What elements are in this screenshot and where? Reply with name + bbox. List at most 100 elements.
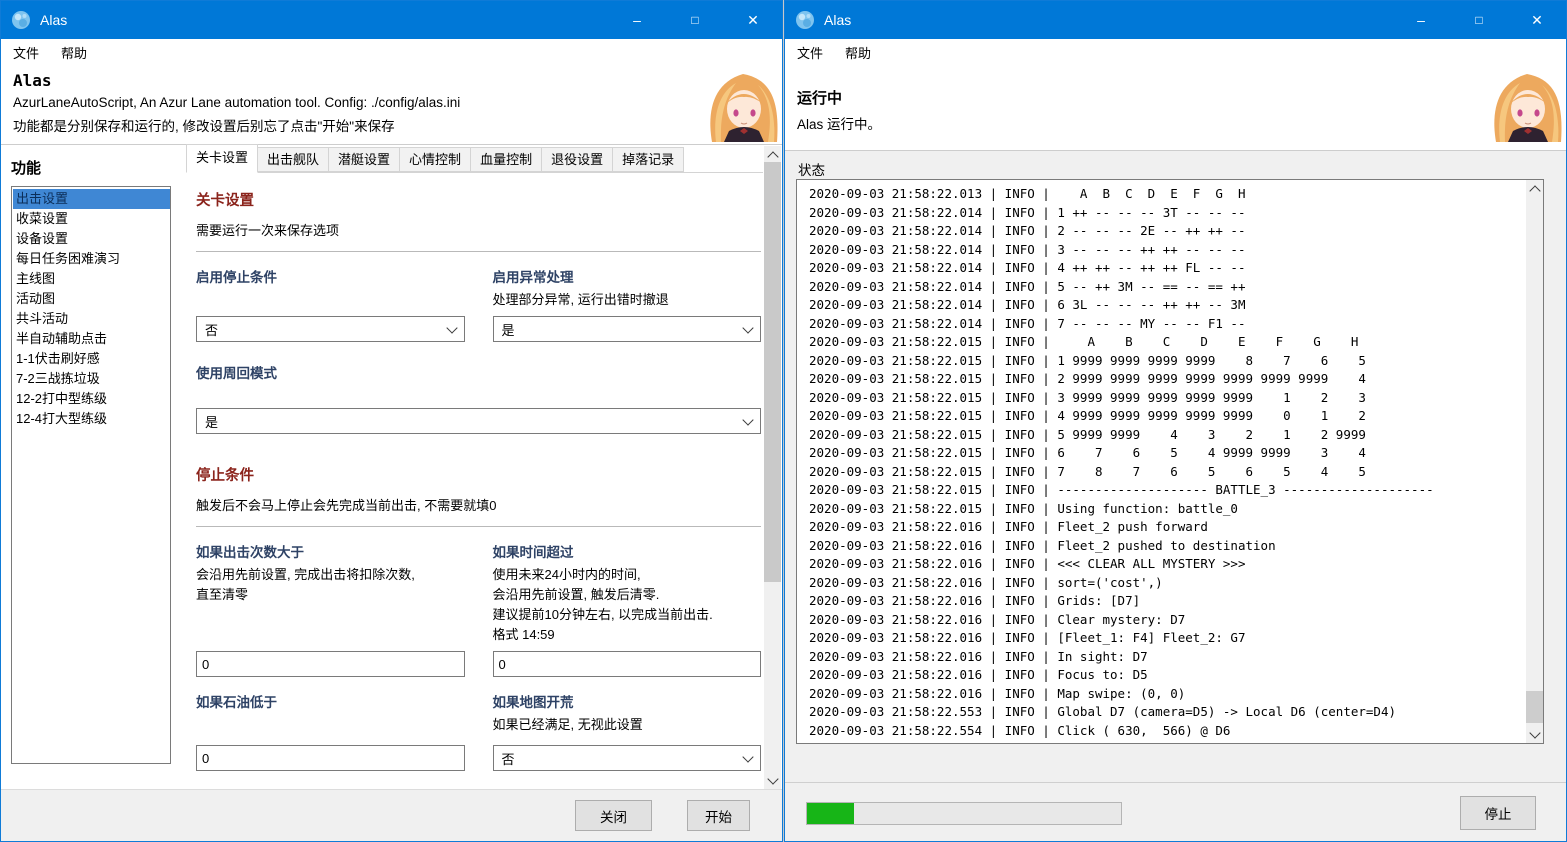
button-bar: 关闭 开始 <box>1 789 782 841</box>
if-time-label: 如果时间超过 <box>492 545 574 560</box>
enable-exception-value: 是 <box>501 322 515 338</box>
sidebar-item-11[interactable]: 12-4打大型练级 <box>13 409 170 429</box>
sidebar-heading: 功能 <box>11 160 42 177</box>
log-line: 2020-09-03 21:58:22.015 | INFO | Using f… <box>809 500 1238 516</box>
tab-3[interactable]: 心情控制 <box>400 147 472 172</box>
tab-6[interactable]: 掉落记录 <box>613 147 685 172</box>
close-icon[interactable]: ✕ <box>724 1 782 39</box>
close-icon[interactable]: ✕ <box>1508 1 1566 39</box>
log-line: 2020-09-03 21:58:22.014 | INFO | 4 ++ ++… <box>809 260 1246 275</box>
minimize-icon[interactable]: – <box>1392 1 1450 39</box>
log-line: 2020-09-03 21:58:22.015 | INFO | 3 9999 … <box>809 389 1366 405</box>
log-line: 2020-09-03 21:58:22.015 | INFO | -------… <box>809 482 1434 497</box>
log-line: 2020-09-03 21:58:22.016 | INFO | sort=('… <box>809 574 1163 590</box>
status-label: 状态 <box>798 163 825 178</box>
log-line: 2020-09-03 21:58:22.015 | INFO | 4 9999 … <box>809 408 1366 423</box>
if-count-label: 如果出击次数大于 <box>196 545 304 560</box>
if-map-value: 否 <box>501 751 515 767</box>
if-time-desc: 使用未来24小时内的时间, 会沿用先前设置, 触发后清零. 建议提前10分钟左右… <box>492 567 713 642</box>
sidebar-item-6[interactable]: 共斗活动 <box>13 309 170 329</box>
sidebar-item-4[interactable]: 主线图 <box>13 269 170 289</box>
maximize-icon[interactable]: □ <box>666 1 724 39</box>
sidebar-item-5[interactable]: 活动图 <box>13 289 170 309</box>
sidebar-item-10[interactable]: 12-2打中型练级 <box>13 389 170 409</box>
maximize-icon[interactable]: □ <box>1450 1 1508 39</box>
log-scrollbar[interactable] <box>1526 180 1543 743</box>
scroll-down-icon[interactable] <box>764 772 781 789</box>
loop-mode-value: 是 <box>205 414 219 430</box>
if-map-desc: 如果已经满足, 无视此设置 <box>492 717 643 732</box>
menu-file[interactable]: 文件 <box>797 43 823 62</box>
tab-1[interactable]: 出击舰队 <box>258 147 330 172</box>
menu-file[interactable]: 文件 <box>13 43 39 62</box>
if-map-select[interactable]: 否 <box>492 745 761 771</box>
run-status-title: 运行中 <box>797 90 843 107</box>
sidebar-item-3[interactable]: 每日任务困难演习 <box>13 249 170 269</box>
log-line: 2020-09-03 21:58:22.553 | INFO | Global … <box>809 704 1396 719</box>
sidebar-item-7[interactable]: 半自动辅助点击 <box>13 329 170 349</box>
sidebar-item-8[interactable]: 1-1伏击刷好感 <box>13 349 170 369</box>
enable-stop-select[interactable]: 否 <box>196 316 465 342</box>
titlebar[interactable]: Alas – □ ✕ <box>785 1 1566 39</box>
run-status-line: Alas 运行中。 <box>797 117 882 132</box>
minimize-icon[interactable]: – <box>608 1 666 39</box>
function-list[interactable]: 出击设置 收菜设置 设备设置 每日任务困难演习 主线图 活动图 共斗活动 半自动辅助点击 1-1… <box>11 186 171 764</box>
sidebar-item-0[interactable]: 出击设置 <box>13 189 170 209</box>
log-line: 2020-09-03 21:58:22.014 | INFO | 3 -- --… <box>809 241 1246 257</box>
tab-5[interactable]: 退役设置 <box>542 147 614 172</box>
app-icon <box>11 10 31 30</box>
loop-mode-select[interactable]: 是 <box>196 408 761 434</box>
menu-help[interactable]: 帮助 <box>845 43 871 62</box>
log-line: 2020-09-03 21:58:22.016 | INFO | [Fleet_… <box>809 630 1246 645</box>
log-line: 2020-09-03 21:58:22.016 | INFO | Map swi… <box>809 685 1186 701</box>
scroll-thumb[interactable] <box>764 162 781 582</box>
log-line: 2020-09-03 21:58:22.013 | INFO | A B C D… <box>809 186 1246 201</box>
loop-mode-label: 使用周回模式 <box>196 366 277 381</box>
menu-help[interactable]: 帮助 <box>61 43 87 62</box>
settings-scrollbar[interactable] <box>764 146 781 789</box>
sidebar-item-2[interactable]: 设备设置 <box>13 229 170 249</box>
scroll-up-icon[interactable] <box>764 146 781 163</box>
run-bar: 停止 <box>785 782 1566 841</box>
tab-2[interactable]: 潜艇设置 <box>329 147 401 172</box>
log-line: 2020-09-03 21:58:22.015 | INFO | 2 9999 … <box>809 371 1366 386</box>
scroll-thumb[interactable] <box>1526 691 1543 723</box>
stop-button[interactable]: 停止 <box>1460 796 1536 830</box>
log-line: 2020-09-03 21:58:22.015 | INFO | 5 9999 … <box>809 426 1366 442</box>
enable-stop-label: 启用停止条件 <box>196 270 277 285</box>
menubar: 文件 帮助 <box>1 39 782 65</box>
sidebar-item-1[interactable]: 收菜设置 <box>13 209 170 229</box>
if-time-input[interactable] <box>492 651 761 677</box>
if-count-desc: 会沿用先前设置, 完成出击将扣除次数, 直至清零 <box>196 567 415 602</box>
if-count-input[interactable] <box>196 651 465 677</box>
log-line: 2020-09-03 21:58:22.014 | INFO | 2 -- --… <box>809 223 1246 238</box>
log-line: 2020-09-03 21:58:22.014 | INFO | 1 ++ --… <box>809 204 1246 220</box>
enable-stop-value: 否 <box>205 322 219 338</box>
window-title: Alas <box>824 12 852 28</box>
section-title-stop: 停止条件 <box>196 468 254 484</box>
tab-0[interactable]: 关卡设置 <box>186 144 259 173</box>
section-desc-stop: 触发后不会马上停止会先完成当前出击, 不需要就填0 <box>196 498 497 513</box>
log-line: 2020-09-03 21:58:22.016 | INFO | Grids: … <box>809 593 1141 608</box>
sidebar: 功能 出击设置 收菜设置 设备设置 每日任务困难演习 主线图 活动图 共斗活动 半自动辅助点击… <box>1 145 186 789</box>
if-oil-label: 如果石油低于 <box>196 695 277 710</box>
start-button[interactable]: 开始 <box>687 800 750 831</box>
log-line: 2020-09-03 21:58:22.016 | INFO | Clear m… <box>809 611 1186 627</box>
app-name: Alas <box>13 71 52 90</box>
sidebar-item-9[interactable]: 7-2三战拣垃圾 <box>13 369 170 389</box>
log-line: 2020-09-03 21:58:22.015 | INFO | 1 9999 … <box>809 352 1366 368</box>
section-desc-stage: 需要运行一次来保存选项 <box>196 223 340 238</box>
scroll-up-icon[interactable] <box>1526 180 1543 197</box>
scroll-down-icon[interactable] <box>1526 726 1543 743</box>
close-button[interactable]: 关闭 <box>575 800 652 831</box>
titlebar[interactable]: Alas – □ ✕ <box>1 1 782 39</box>
enable-exception-select[interactable]: 是 <box>492 316 761 342</box>
if-oil-input[interactable] <box>196 745 465 771</box>
tab-4[interactable]: 血量控制 <box>471 147 543 172</box>
chevron-down-icon <box>742 321 754 334</box>
header: Alas AzurLaneAutoScript, An Azur Lane au… <box>1 65 782 145</box>
status-area: 状态 2020-09-03 21:58:22.013 | INFO | A B … <box>785 151 1566 782</box>
menubar: 文件 帮助 <box>785 39 1566 65</box>
progress-bar <box>806 802 1122 825</box>
log-line: 2020-09-03 21:58:22.016 | INFO | Focus t… <box>809 667 1148 682</box>
